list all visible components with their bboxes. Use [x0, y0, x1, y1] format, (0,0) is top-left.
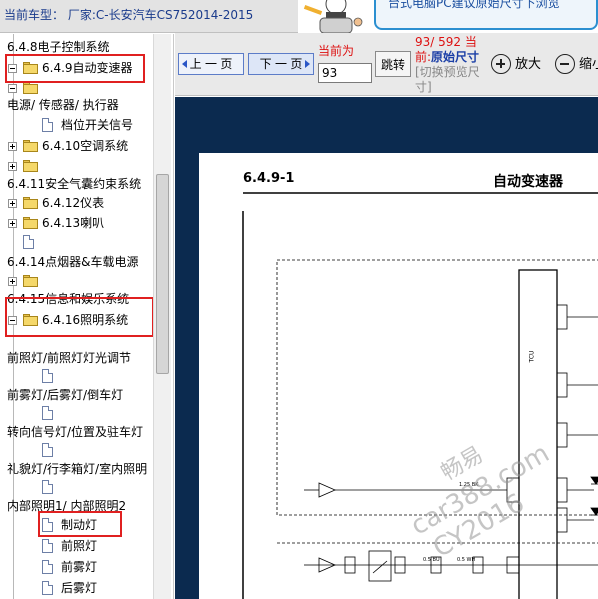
folder-icon	[23, 140, 38, 152]
tip-banner: 台式电脑PC建议原始尺寸下浏览	[374, 0, 598, 30]
document-icon	[42, 406, 53, 420]
tree-node-document[interactable]	[0, 477, 150, 497]
jump-button[interactable]: 跳转	[375, 51, 411, 77]
expand-icon[interactable]	[8, 277, 17, 286]
tree-node-headlamp-leveling[interactable]: 前照灯/前照灯灯光调节	[0, 348, 150, 368]
sidebar-scrollbar-thumb[interactable]	[156, 174, 169, 374]
folder-icon	[23, 160, 38, 172]
folder-icon	[23, 217, 38, 229]
page-number-input[interactable]	[318, 63, 372, 83]
tree-node-airbag-system[interactable]: 6.4.11安全气囊约束系统	[0, 174, 150, 194]
tree-node-label: 档位开关信号	[61, 118, 134, 132]
tcu-label: TCU	[528, 350, 536, 363]
size-mode-link[interactable]: 原始尺寸	[431, 50, 479, 64]
folder-icon	[23, 275, 38, 287]
zoom-out-button[interactable]: 缩小	[555, 54, 598, 76]
tree-node-label: 前照灯/前照灯灯光调节	[7, 351, 132, 365]
next-page-label: 下 一 页	[259, 57, 303, 71]
expand-icon[interactable]	[8, 142, 17, 151]
tree-node-fog-reverse-lamps[interactable]: 前雾灯/后雾灯/倒车灯	[0, 385, 150, 405]
next-page-button[interactable]: 下 一 页	[248, 53, 314, 75]
tree-node-document[interactable]	[0, 232, 150, 252]
tree-node-document[interactable]	[0, 403, 150, 423]
prev-page-button[interactable]: 上 一 页	[178, 53, 244, 75]
document-icon	[42, 581, 53, 595]
prev-page-label: 上 一 页	[189, 57, 233, 71]
tree-node-headlamp[interactable]: 前照灯	[0, 536, 150, 556]
annotation-box	[5, 297, 154, 337]
header: 当前车型： 厂家:C-长安汽车CS752014-2015 台式电脑PC建议原始尺…	[0, 0, 598, 34]
expand-icon[interactable]	[8, 162, 17, 171]
expand-icon[interactable]	[8, 199, 17, 208]
vehicle-bar: 当前车型： 厂家:C-长安汽车CS752014-2015	[0, 0, 298, 33]
document-icon	[42, 480, 53, 494]
document-icon	[23, 235, 34, 249]
svg-text:0.5 BU: 0.5 BU	[423, 557, 440, 563]
tree-node-label: 礼貌灯/行李箱灯/室内照明	[7, 462, 148, 476]
page-info: 93/ 592 当前:原始尺寸 [切换预览尺寸]	[415, 35, 481, 95]
wiring-diagram: 1.25 BK 0.5 BU 0.5 WH	[242, 192, 598, 599]
document-icon	[42, 539, 53, 553]
diagram-page: 6.4.9-1 自动变速器 1.25 BK 0.5 BU 0.5 WH TCU …	[199, 153, 598, 599]
arrow-left-icon	[182, 60, 187, 68]
current-page-label: 当前为	[318, 44, 355, 58]
tree-node-label: 前雾灯	[61, 560, 98, 574]
expand-icon[interactable]	[8, 219, 17, 228]
tree-node-rear-fog-lamp[interactable]: 后雾灯	[0, 578, 150, 598]
zoom-out-label: 缩小	[579, 57, 598, 72]
tree-node-courtesy-trunk-lamps[interactable]: 礼貌灯/行李箱灯/室内照明	[0, 459, 150, 479]
mascot-image	[300, 0, 370, 34]
zoom-in-icon	[491, 54, 511, 74]
document-viewer[interactable]: 6.4.9-1 自动变速器 1.25 BK 0.5 BU 0.5 WH TCU …	[175, 97, 598, 599]
tree-node-label: 6.4.11安全气囊约束系统	[7, 177, 142, 191]
tree-node-instrument[interactable]: 6.4.12仪表	[0, 193, 150, 213]
tree-node-horn[interactable]: 6.4.13喇叭	[0, 213, 150, 233]
tree-node-label: 转向信号灯/位置及驻车灯	[7, 425, 144, 439]
annotation-box	[38, 511, 122, 537]
tree-node-power-sensors-actuators[interactable]: 电源/ 传感器/ 执行器	[0, 95, 150, 115]
tree-node-label: 6.4.14点烟器&车载电源	[7, 255, 139, 269]
tree-node-label: 6.4.12仪表	[42, 196, 105, 210]
document-icon	[42, 369, 53, 383]
tree-node-folder-empty[interactable]	[0, 156, 150, 176]
tree-node-front-fog-lamp[interactable]: 前雾灯	[0, 557, 150, 577]
tree-node-ac-system[interactable]: 6.4.10空调系统	[0, 136, 150, 156]
tree-node-label: 前雾灯/后雾灯/倒车灯	[7, 388, 124, 402]
tip-banner-text: 台式电脑PC建议原始尺寸下浏览	[388, 0, 560, 10]
tree-node-label: 前照灯	[61, 539, 98, 553]
arrow-right-icon	[305, 60, 310, 68]
tree-node-document[interactable]	[0, 366, 150, 386]
tree-node-label: 电源/ 传感器/ 执行器	[7, 98, 119, 112]
tree-node-label: 6.4.13喇叭	[42, 216, 105, 230]
svg-text:0.5 WH: 0.5 WH	[457, 557, 475, 563]
vehicle-label: 当前车型： 厂家:C-长安汽车CS752014-2015	[4, 8, 254, 22]
tree-node-cigar-lighter[interactable]: 6.4.14点烟器&车载电源	[0, 252, 150, 272]
zoom-in-label: 放大	[515, 57, 542, 72]
annotation-box	[5, 54, 145, 83]
zoom-out-icon	[555, 54, 575, 74]
tree-node-label: 后雾灯	[61, 581, 98, 595]
folder-icon	[23, 197, 38, 209]
tree-node-gear-switch-signal[interactable]: 档位开关信号	[0, 115, 150, 135]
collapse-icon[interactable]	[8, 84, 17, 93]
tree-node-turn-position-lamps[interactable]: 转向信号灯/位置及驻车灯	[0, 422, 150, 442]
zoom-in-button[interactable]: 放大	[491, 54, 541, 76]
page-toolbar: 上 一 页 下 一 页 当前为 跳转 93/ 592 当前:原始尺寸 [切换预览…	[175, 33, 598, 96]
document-icon	[42, 443, 53, 457]
tree-node-label: 6.4.10空调系统	[42, 139, 129, 153]
tree-node-document[interactable]	[0, 440, 150, 460]
document-icon	[42, 118, 53, 132]
page-count: 93/ 592	[415, 35, 462, 49]
folder-icon	[23, 82, 38, 94]
switch-size-link[interactable]: [切换预览尺寸]	[415, 65, 480, 94]
tree-node-folder-empty[interactable]	[0, 271, 150, 291]
sidebar-tree: 6.4.8电子控制系统 6.4.9自动变速器 电源/ 传感器/ 执行器 档位开关…	[0, 34, 174, 599]
document-icon	[42, 560, 53, 574]
